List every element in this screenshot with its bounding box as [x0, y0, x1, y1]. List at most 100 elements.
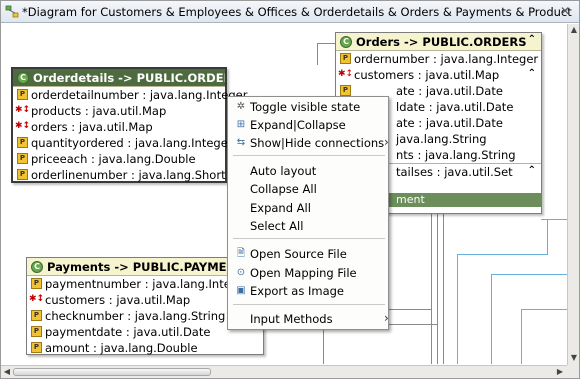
property-icon: P [31, 342, 42, 353]
menu-item-show-hide-connections[interactable]: ⇆ Show|Hide connections › [229, 134, 389, 152]
context-menu: ✲ Toggle visible state ⊞ Expand|Collapse… [227, 96, 389, 330]
row-label: amount : java.lang.Double [45, 341, 198, 355]
foreign-key-icon: ✱↕ [15, 105, 31, 115]
menu-item-toggle-visible-state[interactable]: ✲ Toggle visible state [229, 98, 388, 116]
menu-item-open-source-file[interactable]: 🗎 Open Source File [229, 245, 388, 263]
toggle-icon: ✲ [236, 101, 246, 112]
row-label: checknumber : java.lang.String [45, 309, 226, 323]
menu-separator [233, 304, 385, 305]
primary-key-icon: P [17, 89, 28, 100]
foreign-key-icon: ✱↕ [29, 294, 45, 304]
table-header[interactable]: C Orders -> PUBLIC.ORDERS ⌃ [336, 33, 541, 51]
menu-separator [233, 238, 385, 239]
expand-collapse-icon: ⊞ [236, 119, 246, 130]
table-row[interactable]: P amount : java.lang.Double [27, 340, 263, 356]
submenu-arrow-icon: › [384, 135, 389, 149]
property-icon: P [17, 137, 28, 148]
menu-item-export-as-image[interactable]: ▣ Export as Image [229, 282, 388, 300]
table-title: Payments -> PUBLIC.PAYMENTS [47, 260, 253, 274]
table-row[interactable]: P orderlinenumber : java.lang.Short [13, 167, 226, 183]
connector-line [491, 274, 567, 275]
row-label: java.lang.String [396, 132, 487, 146]
property-icon: P [17, 153, 28, 164]
row-label: paymentnumber : java.lang.Integer [45, 277, 250, 291]
primary-key-icon: P [340, 53, 351, 64]
row-label: priceeach : java.lang.Double [31, 152, 196, 166]
table-row[interactable]: P ordernumber : java.lang.Integer [336, 51, 541, 67]
row-label: orders : java.util.Map [31, 120, 153, 134]
diagram-icon [5, 5, 19, 18]
menu-item-open-mapping-file[interactable]: ⊙ Open Mapping File [229, 264, 388, 282]
row-label: nts : java.lang.String [396, 148, 516, 162]
collapse-icon[interactable]: ⌃ [528, 165, 536, 176]
entity-icon: C [17, 72, 29, 84]
connector-line [457, 254, 548, 255]
row-label: ordernumber : java.lang.Integer [354, 52, 539, 66]
connector-line [317, 43, 337, 44]
foreign-key-icon: ✱↕ [15, 121, 31, 131]
table-row[interactable]: P orderdetailnumber : java.lang.Integer [13, 87, 247, 103]
connections-icon: ⇆ [236, 137, 246, 148]
menu-item-label: Toggle visible state [250, 100, 361, 114]
horizontal-scroll-thumb[interactable] [13, 368, 211, 376]
entity-icon: C [340, 36, 352, 48]
close-icon[interactable]: ✕ [560, 4, 570, 18]
menu-separator [233, 155, 385, 156]
menu-item-expand-collapse[interactable]: ⊞ Expand|Collapse [229, 116, 388, 134]
row-label: tailses : java.util.Set [396, 165, 513, 179]
scroll-down-icon[interactable]: ▼ [568, 352, 580, 364]
vertical-scrollbar[interactable]: ▲ ▼ [567, 24, 579, 365]
menu-item-label: Export as Image [250, 284, 345, 298]
table-row[interactable]: P priceeach : java.lang.Double [13, 151, 225, 167]
property-icon: P [17, 169, 28, 180]
diagram-editor-window: *Diagram for Customers & Employees & Off… [0, 0, 580, 379]
menu-item-label: Input Methods [250, 312, 333, 326]
menu-item-auto-layout[interactable]: Auto layout [229, 162, 388, 180]
collapse-icon[interactable]: ⌃ [528, 68, 536, 79]
menu-item-label: Show|Hide connections [250, 136, 385, 150]
connector-line [431, 194, 432, 364]
table-title: Orderdetails -> PUBLIC.ORDERDE [33, 71, 225, 85]
table-section[interactable]: ✱↕ customers : java.util.Map ⌃ [336, 67, 541, 83]
mapping-file-icon: ⊙ [236, 267, 246, 278]
scroll-right-icon[interactable]: ▶ [554, 366, 566, 378]
row-label: orderlinenumber : java.lang.Short [31, 168, 226, 182]
editor-tab-bar: *Diagram for Customers & Employees & Off… [1, 1, 579, 23]
row-label: customers : java.util.Map [45, 293, 191, 307]
foreign-key-icon: ✱↕ [338, 69, 354, 79]
menu-item-expand-all[interactable]: Expand All [229, 199, 388, 217]
menu-item-select-all[interactable]: Select All [229, 217, 388, 235]
row-label: quantityordered : java.lang.Integer [31, 136, 233, 150]
connector-line [457, 254, 458, 364]
editor-tab-title[interactable]: *Diagram for Customers & Employees & Off… [22, 5, 572, 19]
property-icon: P [340, 85, 351, 96]
table-row[interactable]: P quantityordered : java.lang.Integer [13, 135, 233, 151]
row-label: ldate : java.util.Date [396, 100, 514, 114]
orderdetails-table[interactable]: C Orderdetails -> PUBLIC.ORDERDE P order… [11, 67, 247, 183]
menu-item-collapse-all[interactable]: Collapse All [229, 180, 388, 198]
collapse-icon[interactable]: ⌃ [528, 34, 536, 45]
table-header[interactable]: C Orderdetails -> PUBLIC.ORDERDE [13, 69, 225, 87]
scroll-up-icon[interactable]: ▲ [568, 24, 580, 36]
menu-item-label: Auto layout [250, 164, 317, 178]
property-icon: P [31, 310, 42, 321]
row-label: ate : java.util.Date [396, 84, 503, 98]
scroll-left-icon[interactable]: ◀ [1, 366, 13, 378]
table-row[interactable]: ✱↕ orders : java.util.Map [13, 119, 225, 135]
diagram-canvas[interactable]: C Orderdetails -> PUBLIC.ORDERDE P order… [1, 24, 567, 365]
connector-line [443, 214, 444, 364]
row-label: products : java.util.Map [31, 104, 167, 118]
table-row[interactable]: ✱↕ products : java.util.Map [13, 103, 225, 119]
primary-key-icon: P [31, 278, 42, 289]
connector-line [521, 309, 567, 310]
scrollbar-corner [567, 365, 579, 378]
menu-item-input-methods[interactable]: Input Methods › [229, 310, 389, 328]
connector-line [547, 219, 548, 254]
row-label: customers : java.util.Map [354, 68, 500, 82]
connector-line [491, 274, 492, 364]
horizontal-scrollbar[interactable]: ◀ ▶ [1, 365, 567, 378]
connector-line [437, 204, 438, 364]
menu-item-label: Select All [250, 219, 304, 233]
table-title: Orders -> PUBLIC.ORDERS [356, 35, 527, 49]
menu-item-label: Collapse All [250, 182, 317, 196]
